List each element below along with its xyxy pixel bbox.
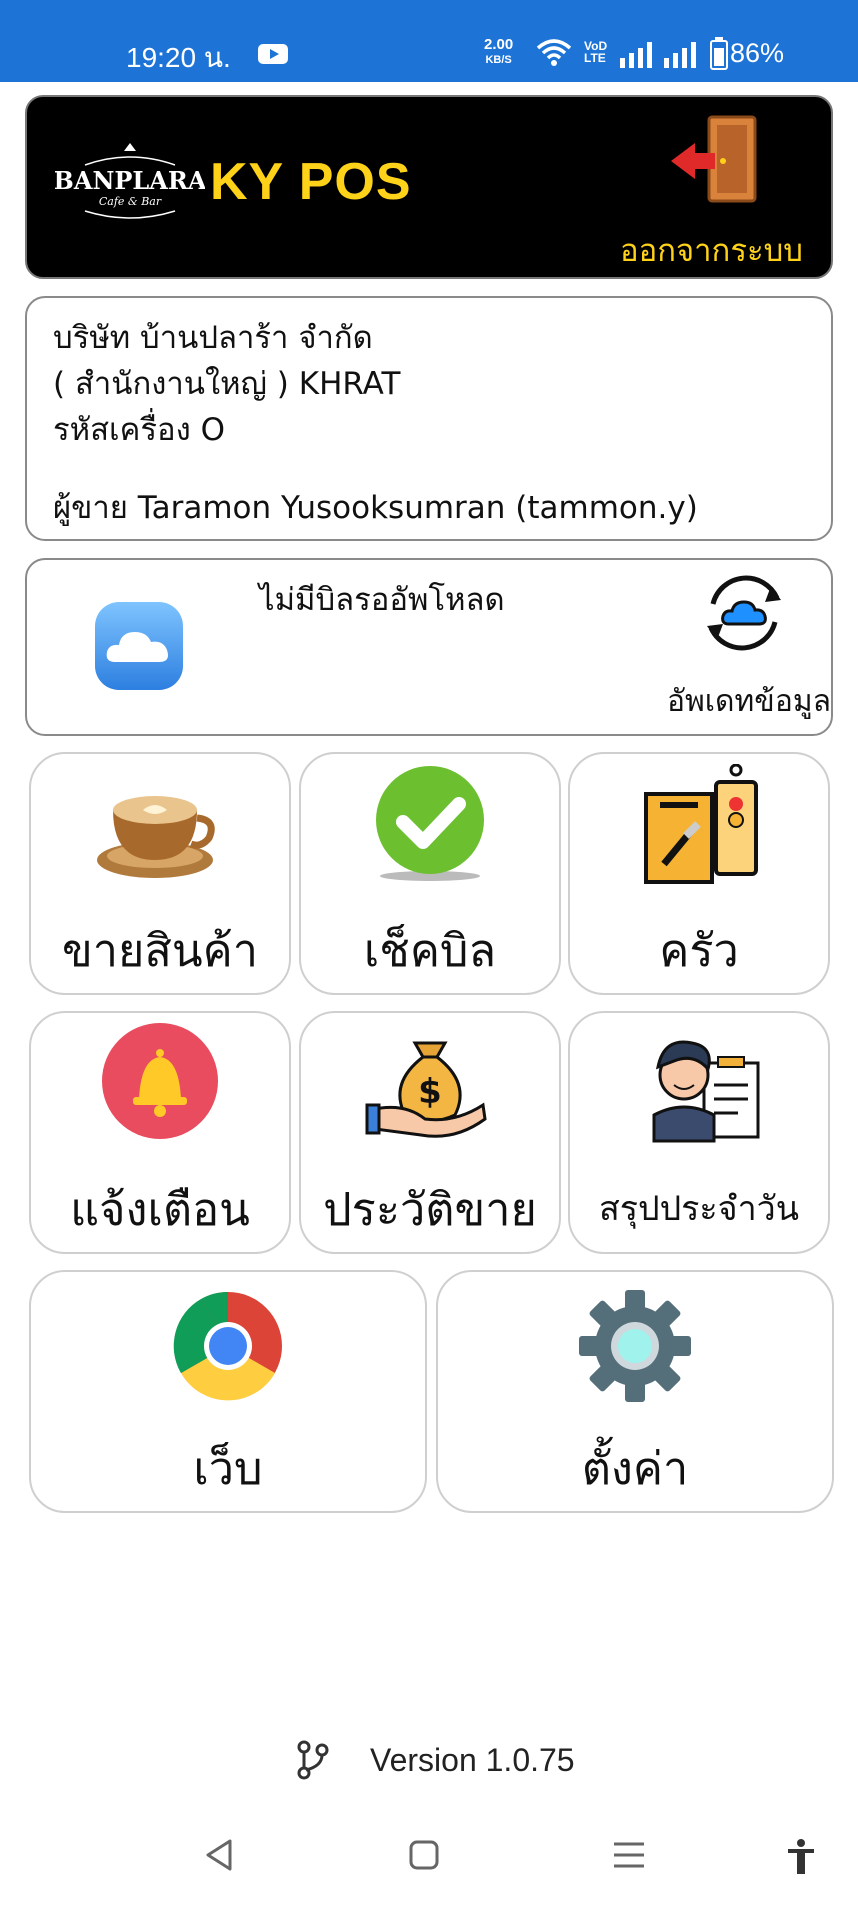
company-name: บริษัท บ้านปลาร้า จำกัด xyxy=(53,320,373,356)
update-data-button[interactable]: อัพเดทข้อมูล xyxy=(667,678,831,725)
tile-web-label: เว็บ xyxy=(193,1442,263,1495)
tile-check-bill[interactable]: เช็คบิล xyxy=(299,752,561,995)
cloud-icon xyxy=(95,602,183,690)
app-header: BANPLARA Cafe & Bar KY POS ออกจากระบบ xyxy=(25,95,833,279)
checkmark-icon xyxy=(376,766,484,881)
tile-check-bill-label: เช็คบิล xyxy=(363,924,497,977)
network-speed: 2.00 KB/S xyxy=(484,36,514,66)
store-info-card: บริษัท บ้านปลาร้า จำกัด ( สำนักงานใหญ่ )… xyxy=(25,296,833,541)
machine-code: รหัสเครื่อง O xyxy=(53,412,225,448)
youtube-icon xyxy=(258,44,288,64)
home-nav-icon[interactable] xyxy=(408,1838,440,1872)
tile-sell[interactable]: ขายสินค้า xyxy=(29,752,291,995)
tile-settings[interactable]: ตั้งค่า xyxy=(436,1270,834,1513)
recents-nav-icon[interactable] xyxy=(612,1838,646,1872)
tile-sell-label: ขายสินค้า xyxy=(62,924,258,977)
signal-icon-2 xyxy=(664,42,696,68)
gear-icon xyxy=(579,1290,691,1402)
volte-indicator: VoD LTE xyxy=(584,39,608,65)
tile-sales-history[interactable]: $ ประวัติขาย xyxy=(299,1011,561,1254)
status-bar: 19:20 น. 2.00 KB/S VoD LTE 86% xyxy=(0,0,858,82)
tile-daily-summary[interactable]: สรุปประจำวัน xyxy=(568,1011,830,1254)
logout-door-icon[interactable] xyxy=(667,111,767,207)
back-nav-icon[interactable] xyxy=(204,1838,234,1872)
app-title: KY POS xyxy=(210,153,412,211)
tile-settings-label: ตั้งค่า xyxy=(581,1442,689,1495)
branch-name: ( สำนักงานใหญ่ ) KHRAT xyxy=(53,366,401,402)
accessibility-icon[interactable] xyxy=(786,1838,816,1876)
banplara-logo: BANPLARA Cafe & Bar xyxy=(55,143,205,219)
upload-status: ไม่มีบิลรออัพโหลด xyxy=(259,582,505,618)
battery-percent: 86% xyxy=(730,38,785,68)
tile-kitchen[interactable]: ครัว xyxy=(568,752,830,995)
status-time: 19:20 น. xyxy=(126,42,231,73)
tile-notify-label: แจ้งเตือน xyxy=(70,1183,250,1236)
chrome-icon xyxy=(173,1291,282,1401)
logo-subtitle: Cafe & Bar xyxy=(99,195,162,208)
logo-text: BANPLARA xyxy=(55,166,205,195)
coffee-cup-icon xyxy=(97,796,215,878)
report-clipboard-icon xyxy=(652,1040,760,1143)
wifi-icon xyxy=(536,39,572,66)
money-bag-icon: $ xyxy=(365,1041,487,1138)
app-version: Version 1.0.75 xyxy=(370,1742,575,1778)
seller-name: ผู้ขาย Taramon Yusooksumran (tammon.y) xyxy=(53,490,698,526)
branch-icon xyxy=(297,1740,329,1780)
tile-kitchen-label: ครัว xyxy=(659,924,739,977)
tile-daily-summary-label: สรุปประจำวัน xyxy=(598,1189,800,1229)
tile-sales-history-label: ประวัติขาย xyxy=(323,1183,537,1236)
cutting-board-icon xyxy=(644,764,758,884)
svg-text:$: $ xyxy=(418,1072,442,1112)
refresh-cloud-icon[interactable] xyxy=(695,564,793,662)
tile-notify[interactable]: แจ้งเตือน xyxy=(29,1011,291,1254)
battery-icon xyxy=(710,37,728,70)
bell-icon xyxy=(102,1023,218,1139)
sync-card: ไม่มีบิลรออัพโหลด อัพเดทข้อมูล xyxy=(25,558,833,736)
tile-web[interactable]: เว็บ xyxy=(29,1270,427,1513)
logout-button[interactable]: ออกจากระบบ xyxy=(620,225,803,275)
signal-icon xyxy=(620,42,652,68)
system-nav-bar xyxy=(0,1820,858,1907)
